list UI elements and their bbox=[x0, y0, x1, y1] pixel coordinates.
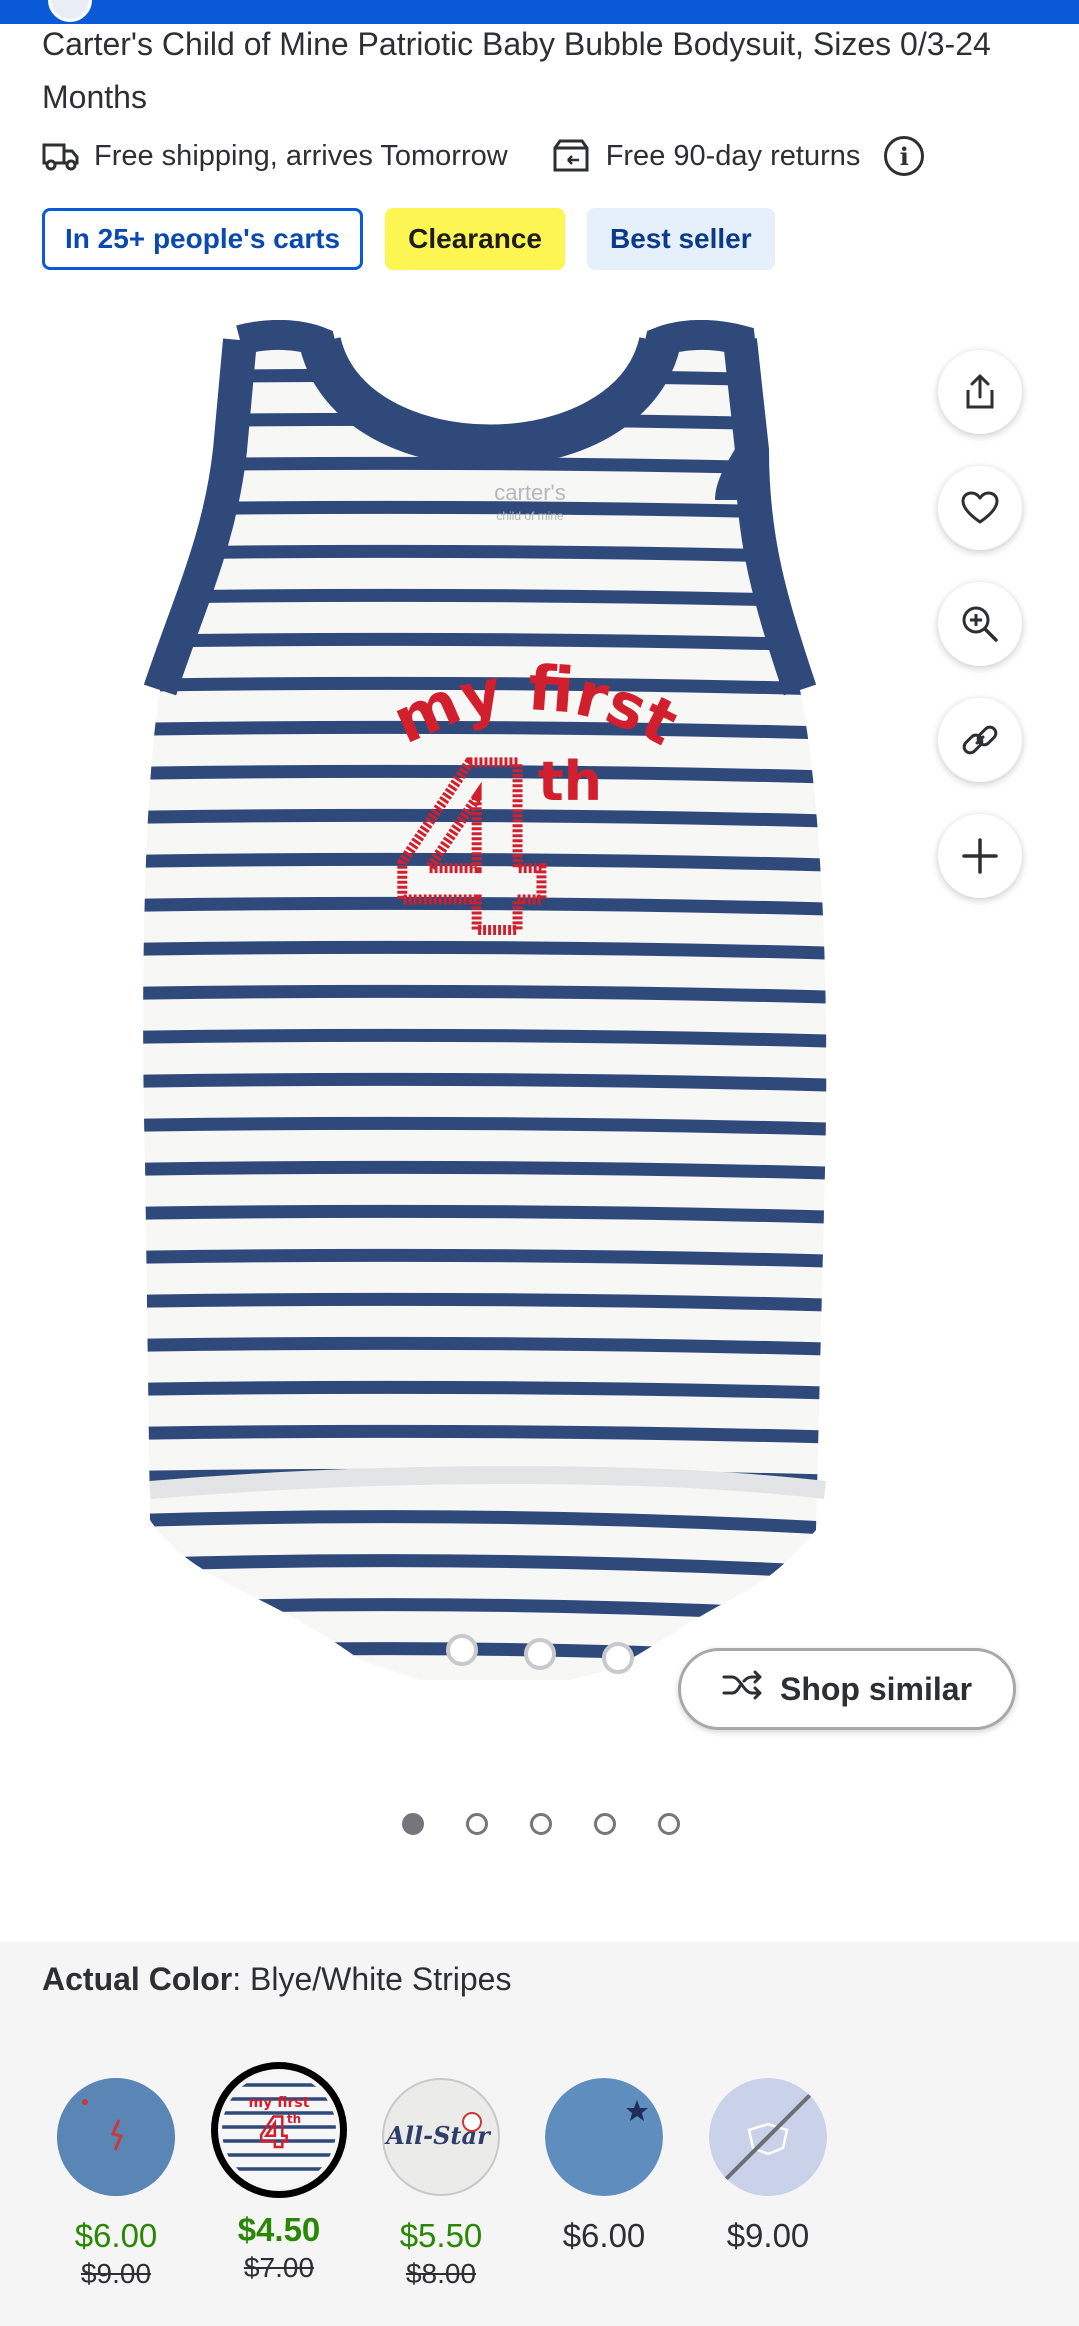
swatch-print-number: 4 bbox=[259, 2108, 288, 2157]
swatch-thumbnail bbox=[57, 2078, 175, 2196]
favorite-button[interactable] bbox=[938, 466, 1022, 550]
swatch-was-price: $7.00 bbox=[243, 2252, 315, 2283]
swatch-price: $6.00 bbox=[562, 2217, 646, 2254]
swatch-print-suffix: th bbox=[287, 2112, 301, 2126]
shipping-text: Free shipping, arrives Tomorrow bbox=[94, 139, 508, 172]
swatch-thumbnail bbox=[545, 2078, 663, 2196]
product-title: Carter's Child of Mine Patriotic Baby Bu… bbox=[42, 26, 991, 115]
best-seller-badge: Best seller bbox=[587, 208, 775, 270]
color-label: Actual Color: Blye/White Stripes bbox=[42, 1961, 512, 1997]
color-value: Blye/White Stripes bbox=[250, 1961, 512, 1997]
swatch-price: $5.50 bbox=[399, 2217, 483, 2254]
color-swatch-2[interactable]: my first 4 th $4.50 $7.00 bbox=[204, 2062, 354, 2286]
returns-text: Free 90-day returns bbox=[605, 139, 861, 172]
brand-label: carter's bbox=[494, 480, 565, 505]
color-swatch-1[interactable]: $6.00 $9.00 bbox=[56, 2078, 176, 2292]
carousel-dot[interactable] bbox=[658, 1813, 680, 1835]
shuffle-icon bbox=[722, 1670, 780, 1708]
shop-similar-button[interactable]: Shop similar bbox=[678, 1648, 1016, 1730]
plus-icon bbox=[962, 838, 998, 874]
color-swatch-4[interactable]: $6.00 bbox=[544, 2078, 664, 2256]
swatch-price: $9.00 bbox=[726, 2217, 810, 2254]
carousel-dot[interactable] bbox=[594, 1813, 616, 1835]
color-label-key: Actual Color bbox=[42, 1961, 233, 1997]
copy-link-button[interactable] bbox=[938, 698, 1022, 782]
swatch-price: $6.00 bbox=[74, 2217, 158, 2254]
carousel-dot[interactable] bbox=[530, 1813, 552, 1835]
swatch-thumbnail bbox=[709, 2078, 827, 2196]
swatch-price: $4.50 bbox=[237, 2211, 321, 2248]
color-selector: Actual Color: Blye/White Stripes $6.00 $… bbox=[0, 1942, 1079, 2326]
print-suffix: th bbox=[538, 750, 602, 813]
info-icon[interactable]: i bbox=[884, 136, 925, 176]
shop-similar-label: Shop similar bbox=[779, 1670, 973, 1707]
zoom-in-icon bbox=[961, 605, 999, 643]
return-box-icon bbox=[552, 138, 590, 174]
carousel-dots bbox=[402, 1813, 680, 1835]
badge-row: In 25+ people's carts Clearance Best sel… bbox=[42, 208, 775, 270]
returns-info: Free 90-day returns bbox=[552, 138, 861, 174]
zoom-button[interactable] bbox=[938, 582, 1022, 666]
print-number: 4 bbox=[392, 718, 552, 985]
brand-sublabel: child of mine bbox=[496, 509, 564, 523]
carousel-dot[interactable] bbox=[466, 1813, 488, 1835]
carousel-dot[interactable] bbox=[402, 1813, 424, 1835]
color-swatch-3[interactable]: All-Star $5.50 $8.00 bbox=[381, 2078, 501, 2292]
swatch-was-price: $8.00 bbox=[405, 2258, 477, 2289]
share-button[interactable] bbox=[938, 350, 1022, 434]
truck-icon bbox=[42, 141, 80, 171]
swatch-thumbnail: my first 4 th bbox=[211, 2062, 347, 2198]
add-button[interactable] bbox=[938, 814, 1022, 898]
swatch-thumbnail: All-Star bbox=[382, 2078, 500, 2196]
swatch-was-price: $9.00 bbox=[80, 2258, 152, 2289]
color-swatch-5-unavailable[interactable]: $9.00 bbox=[708, 2078, 828, 2256]
clearance-badge: Clearance bbox=[385, 208, 565, 270]
share-icon bbox=[962, 373, 998, 411]
product-image[interactable]: carter's child of mine my first 4 th bbox=[90, 319, 990, 1780]
heart-icon bbox=[961, 491, 999, 525]
carts-badge: In 25+ people's carts bbox=[42, 208, 364, 270]
fulfillment-row: Free shipping, arrives Tomorrow Free 90-… bbox=[42, 130, 925, 182]
link-icon bbox=[961, 721, 999, 759]
shipping-info: Free shipping, arrives Tomorrow bbox=[42, 140, 508, 173]
